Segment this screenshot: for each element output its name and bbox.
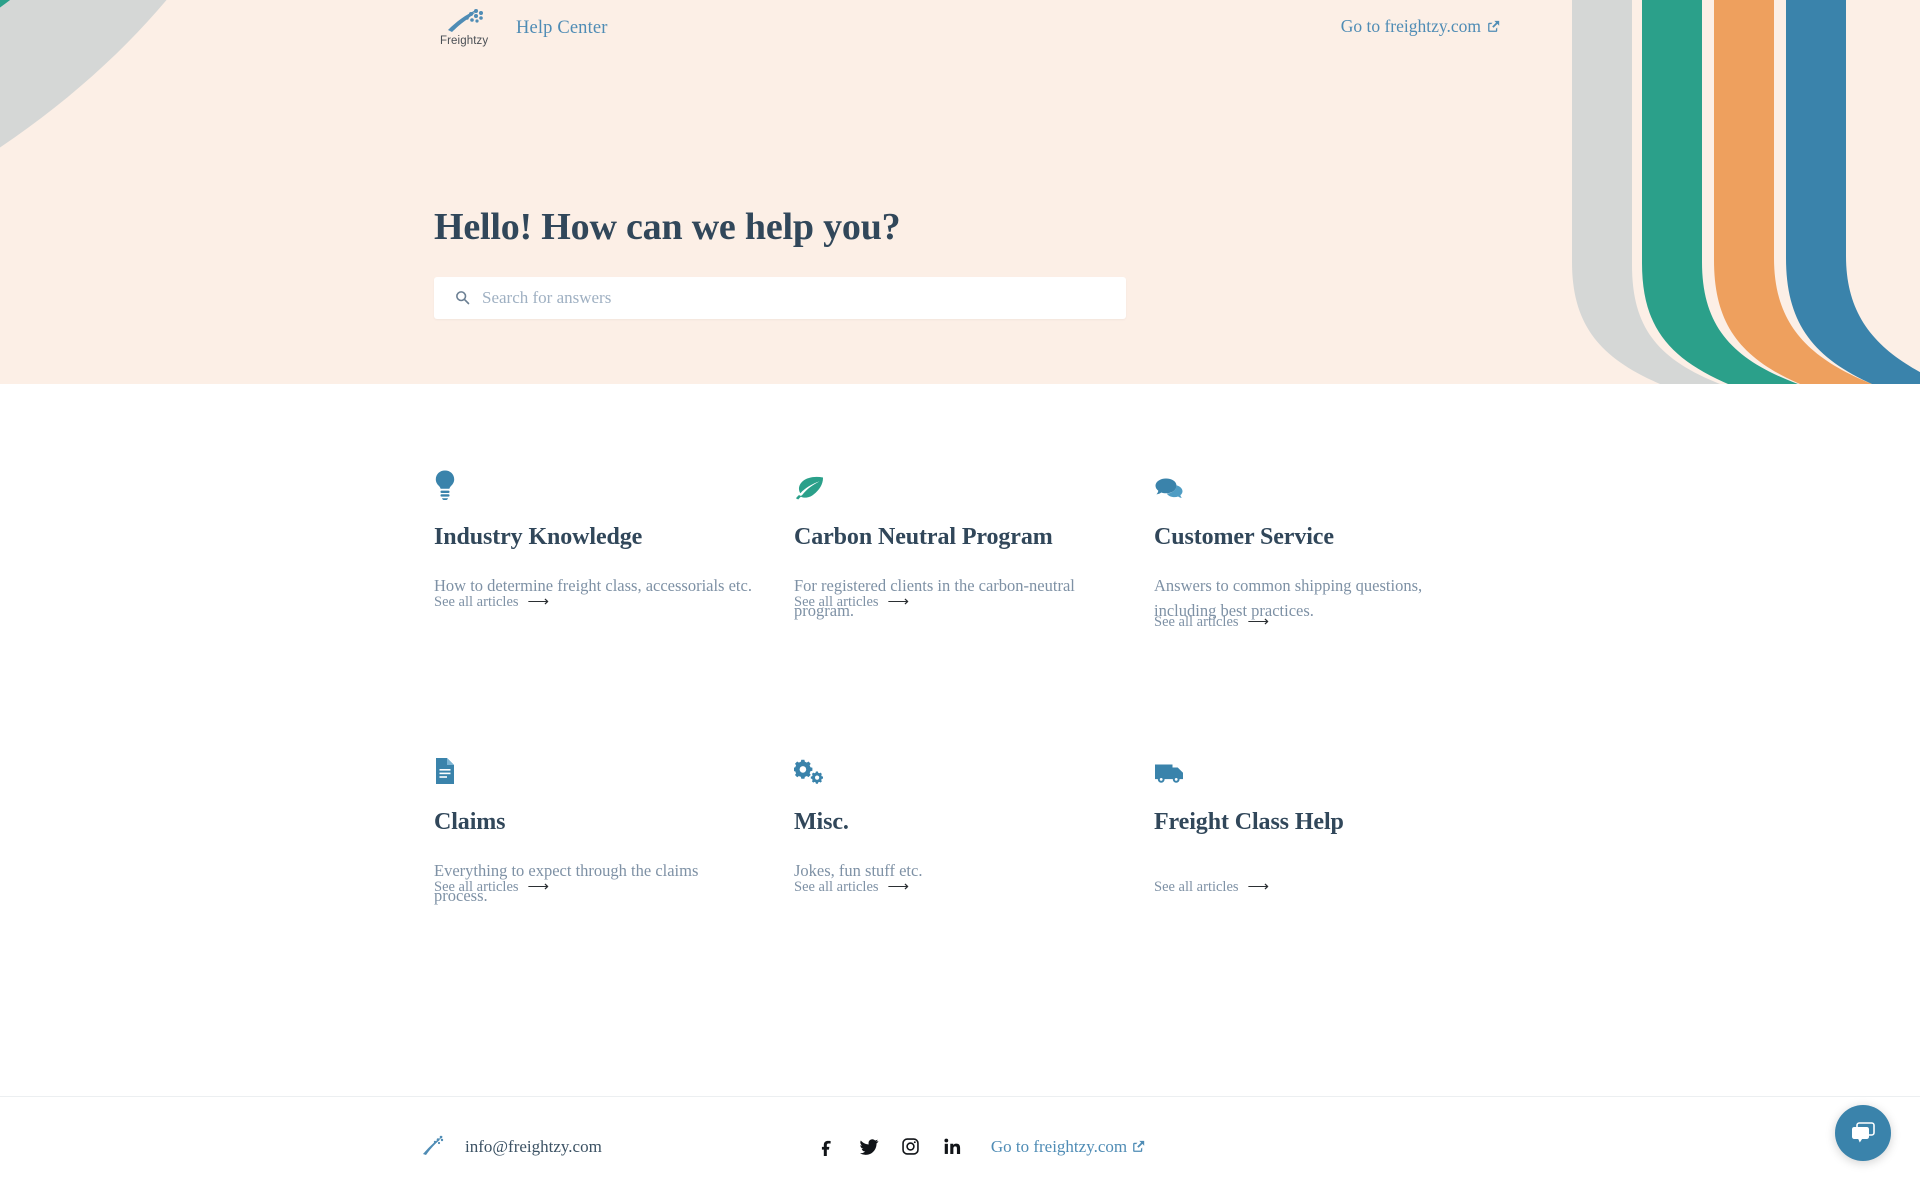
see-all-articles-link[interactable]: See all articles ⟶ [794, 879, 909, 896]
footer-email: info@freightzy.com [465, 1136, 602, 1156]
arrow-right-icon: ⟶ [1247, 879, 1270, 895]
search-input[interactable] [482, 276, 1126, 319]
category-card-carbon-neutral-program[interactable]: Carbon Neutral Program For registered cl… [794, 434, 1154, 719]
twitter-icon[interactable] [859, 1137, 879, 1157]
category-title: Customer Service [1154, 524, 1334, 550]
category-card-industry-knowledge[interactable]: Industry Knowledge How to determine frei… [434, 434, 794, 719]
see-all-articles-link[interactable]: See all articles ⟶ [1154, 614, 1269, 631]
svg-text:Freightzy: Freightzy [440, 35, 488, 47]
chat-bubbles-icon [1154, 468, 1494, 500]
external-link-icon [1488, 20, 1500, 32]
category-card-customer-service[interactable]: Customer Service Answers to common shipp… [1154, 434, 1494, 719]
page-footer: info@freightzy.com Go to freightzy.com [0, 1097, 1920, 1196]
footer-go-to-site-link[interactable]: Go to freightzy.com [991, 1137, 1145, 1157]
instagram-icon[interactable] [901, 1137, 921, 1157]
linkedin-icon[interactable] [943, 1137, 963, 1157]
category-title: Claims [434, 809, 506, 835]
main-content: Industry Knowledge How to determine frei… [0, 384, 1920, 1004]
link-label: See all articles [434, 594, 519, 610]
arrow-right-icon: ⟶ [527, 594, 550, 610]
category-title: Freight Class Help [1154, 809, 1344, 835]
link-label: See all articles [434, 879, 519, 895]
chat-bubbles-icon [1852, 1122, 1875, 1143]
see-all-articles-link[interactable]: See all articles ⟶ [1154, 879, 1269, 896]
freightzy-mark [423, 1135, 444, 1155]
link-label: See all articles [1154, 614, 1239, 630]
external-link-icon [1133, 1140, 1145, 1152]
page-title: Hello! How can we help you? [434, 206, 901, 248]
see-all-articles-link[interactable]: See all articles ⟶ [434, 594, 549, 611]
nav-go-to-site-link[interactable]: Go to freightzy.com [1341, 16, 1481, 37]
hero-section: Freightzy Help Center Go to freightzy.co… [0, 0, 1920, 384]
category-title: Carbon Neutral Program [794, 524, 1053, 550]
search-icon [454, 290, 470, 306]
truck-icon [1154, 753, 1494, 785]
arrow-right-icon: ⟶ [527, 879, 550, 895]
freightzy-logo: Freightzy [440, 9, 488, 47]
brand-logo-link[interactable]: Freightzy [434, 7, 490, 49]
social-links [817, 1137, 963, 1157]
lightbulb-icon [434, 468, 794, 500]
nav-left-group: Freightzy Help Center [434, 7, 608, 49]
arrow-right-icon: ⟶ [1247, 614, 1270, 630]
search-bar[interactable] [434, 276, 1126, 319]
category-card-claims[interactable]: Claims Everything to expect through the … [434, 719, 794, 1004]
nav-right-group: Go to freightzy.com [1341, 16, 1500, 37]
footer-site-link-label: Go to freightzy.com [990, 1136, 1128, 1156]
category-card-freight-class-help[interactable]: Freight Class Help See all articles ⟶ [1154, 719, 1494, 1004]
category-grid: Industry Knowledge How to determine frei… [434, 434, 1494, 1004]
top-navigation: Freightzy Help Center Go to freightzy.co… [0, 0, 1920, 56]
leaf-icon [794, 468, 1154, 500]
document-icon [434, 753, 794, 785]
arrow-right-icon: ⟶ [887, 879, 910, 895]
gears-icon [794, 753, 1154, 785]
category-title: Misc. [794, 809, 849, 835]
category-card-misc[interactable]: Misc. Jokes, fun stuff etc. See all arti… [794, 719, 1154, 1004]
link-label: See all articles [1154, 879, 1239, 895]
nav-help-center-link[interactable]: Help Center [516, 18, 608, 39]
category-title: Industry Knowledge [434, 524, 643, 550]
see-all-articles-link[interactable]: See all articles ⟶ [794, 594, 909, 611]
arrow-right-icon: ⟶ [887, 594, 910, 610]
link-label: See all articles [794, 879, 879, 895]
link-label: See all articles [794, 594, 879, 610]
see-all-articles-link[interactable]: See all articles ⟶ [434, 879, 549, 896]
facebook-icon[interactable] [817, 1137, 837, 1157]
chat-widget-button[interactable] [1835, 1105, 1891, 1161]
